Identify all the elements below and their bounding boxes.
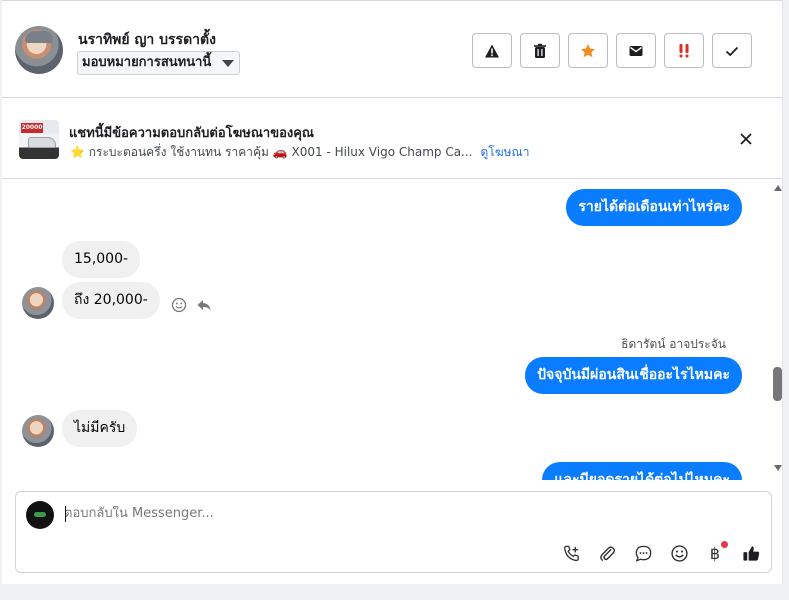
sender-avatar — [22, 415, 54, 447]
conversation-panel: นราทิพย์ ญา บรรดาตั้ง มอบหมายการสนทนานี้ — [2, 0, 783, 584]
ad-banner-text: ⭐ กระบะตอนครึ่ง ใช้งานทน ราคาคุ้ม 🚗 X001… — [70, 143, 529, 162]
header-actions — [472, 33, 752, 68]
message-actions — [171, 297, 212, 313]
text-cursor — [65, 506, 66, 522]
emoji-icon — [670, 544, 688, 562]
mark-unread-button[interactable] — [616, 33, 656, 68]
message-scrollbar[interactable] — [771, 180, 786, 480]
baht-icon: ฿ — [709, 543, 721, 563]
reply-icon[interactable] — [196, 297, 212, 313]
view-ad-link[interactable]: ดูโฆษณา — [481, 145, 530, 159]
trash-icon — [534, 43, 546, 58]
scrollbar-thumb[interactable] — [773, 367, 782, 401]
ad-thumbnail-badge: 20000 — [21, 123, 43, 133]
react-emoji-icon[interactable] — [171, 297, 187, 313]
ad-description: ⭐ กระบะตอนครึ่ง ใช้งานทน ราคาคุ้ม 🚗 X001… — [70, 145, 473, 159]
caret-down-icon — [222, 60, 235, 67]
paperclip-icon — [599, 545, 615, 561]
car-image — [28, 137, 56, 148]
warning-icon — [485, 44, 499, 57]
call-add-icon — [563, 545, 579, 561]
star-icon — [581, 43, 595, 57]
assign-label: มอบหมายการสนทนานี้ — [82, 55, 212, 70]
message-incoming[interactable]: 15,000- — [62, 241, 141, 278]
notification-dot — [721, 541, 728, 548]
star-button[interactable] — [568, 33, 608, 68]
check-icon — [725, 46, 739, 56]
message-list[interactable]: รายได้ต่อเดือนเท่าไหร่คะ 15,000- ถึง 20,… — [2, 180, 772, 480]
scroll-up-arrow-icon[interactable] — [774, 185, 782, 191]
message-outgoing[interactable]: รายได้ต่อเดือนเท่าไหร่คะ — [566, 189, 742, 226]
call-button[interactable] — [560, 542, 582, 564]
sender-name: ธิดารัตน์ อาจประจัน — [621, 337, 726, 351]
contact-avatar[interactable] — [15, 26, 63, 74]
payment-button[interactable]: ฿ — [704, 541, 728, 564]
contact-name[interactable]: นราทิพย์ ญา บรรดาตั้ง — [78, 29, 216, 51]
message-outgoing[interactable]: และมียอดรายได้ต่อไปไหมคะ — [542, 462, 742, 480]
reply-input[interactable] — [64, 506, 754, 521]
emoji-button[interactable] — [668, 542, 690, 564]
message-incoming[interactable]: ถึง 20,000- — [62, 282, 160, 319]
attach-button[interactable] — [596, 542, 618, 564]
message-composer: ฿ — [15, 491, 772, 573]
message-outgoing[interactable]: ปัจจุบันมีผ่อนสินเชื่ออะไรไหมคะ — [525, 357, 742, 394]
composer-toolbar: ฿ — [560, 541, 762, 564]
page-logo — [26, 501, 54, 529]
like-button[interactable] — [740, 542, 762, 564]
assign-conversation-dropdown[interactable]: มอบหมายการสนทนานี้ — [77, 51, 241, 75]
chat-bubble-icon — [635, 545, 651, 562]
scroll-down-arrow-icon[interactable] — [774, 465, 782, 471]
message-incoming[interactable]: ไม่มีครับ — [62, 410, 138, 447]
spam-button[interactable] — [472, 33, 512, 68]
mail-icon — [629, 45, 643, 56]
thumbs-up-icon — [742, 545, 759, 561]
mark-done-button[interactable] — [712, 33, 752, 68]
conversation-header: นราทิพย์ ญา บรรดาตั้ง มอบหมายการสนทนานี้ — [2, 1, 782, 98]
follow-up-button[interactable] — [664, 33, 704, 68]
urgent-icon — [679, 43, 689, 57]
ad-banner-title: แชทนี้มีข้อความตอบกลับต่อโฆษณาของคุณ — [69, 126, 314, 141]
delete-button[interactable] — [520, 33, 560, 68]
sender-avatar — [22, 287, 54, 319]
ad-thumbnail[interactable]: 20000 — [19, 120, 59, 159]
close-icon[interactable] — [738, 131, 754, 147]
saved-replies-button[interactable] — [632, 542, 654, 564]
